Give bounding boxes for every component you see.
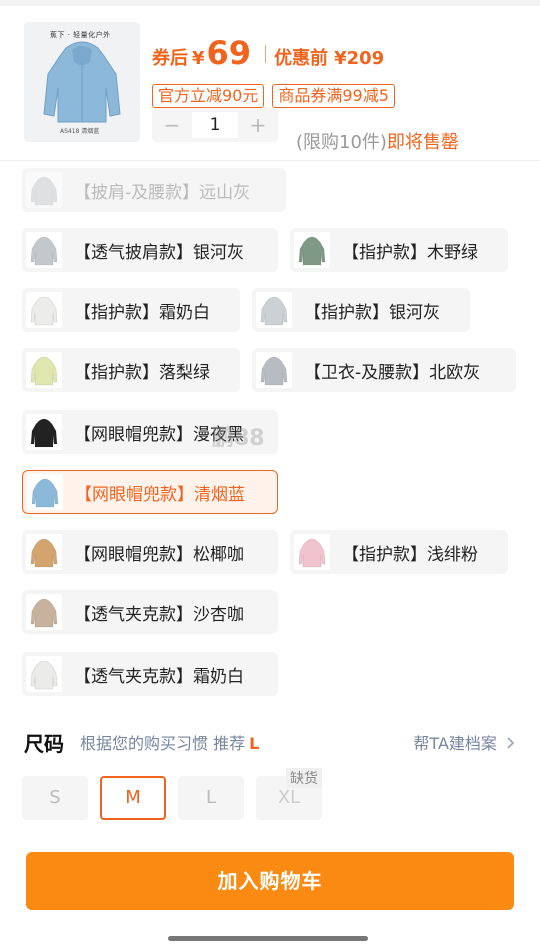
variant-swatch-icon bbox=[27, 474, 63, 510]
recommended-size: L bbox=[249, 734, 260, 753]
final-price: 69 bbox=[206, 34, 252, 72]
variant-chip[interactable]: 【卫衣-及腰款】北欧灰 bbox=[252, 348, 516, 392]
variant-swatch-icon bbox=[294, 232, 330, 268]
original-price: ¥209 bbox=[334, 48, 385, 69]
size-recommendation: 根据您的购买习惯 推荐 L bbox=[80, 730, 259, 754]
limit-text: (限购10件) bbox=[296, 132, 387, 153]
variant-chip[interactable]: 【指护款】落梨绿 bbox=[22, 348, 240, 392]
variant-chip[interactable]: 【透气披肩款】银河灰 bbox=[22, 228, 278, 272]
currency-symbol: ¥ bbox=[192, 48, 205, 69]
variant-label: 【透气夹克款】沙杏咖 bbox=[74, 604, 244, 625]
size-title: 尺码 bbox=[24, 731, 64, 756]
variant-chip[interactable]: 【透气夹克款】霜奶白 bbox=[22, 652, 278, 696]
purchase-limit: (限购10件)即将售罄 bbox=[296, 128, 459, 154]
variant-label: 【透气披肩款】银河灰 bbox=[74, 242, 244, 263]
coupon-list: 官方立减90元 商品券满99减5 bbox=[152, 84, 395, 108]
top-strip bbox=[0, 0, 540, 6]
variant-chip[interactable]: 【指护款】银河灰 bbox=[252, 288, 470, 332]
variant-swatch-icon bbox=[26, 292, 62, 328]
thumbnail-code: AS418 清烟蓝 bbox=[60, 128, 100, 135]
variant-chip[interactable]: 【网眼帽兜款】松椰咖 bbox=[22, 530, 278, 574]
variant-swatch-icon bbox=[26, 352, 62, 388]
variant-swatch-icon bbox=[256, 352, 292, 388]
recommendation-text: 根据您的购买习惯 推荐 bbox=[80, 734, 246, 753]
home-indicator bbox=[168, 936, 368, 941]
create-profile-label: 帮TA建档案 bbox=[413, 734, 497, 753]
price-row: 券后 ¥ 69 优惠前 ¥209 bbox=[152, 34, 384, 74]
variant-swatch-icon bbox=[26, 534, 62, 570]
variant-chip[interactable]: 【网眼帽兜款】漫夜黑 bbox=[22, 410, 278, 454]
variant-label: 【指护款】落梨绿 bbox=[74, 362, 210, 383]
product-thumbnail[interactable]: 蕉下 · 轻量化户外 AS418 清烟蓝 bbox=[24, 22, 140, 142]
price-label: 券后 bbox=[152, 48, 188, 69]
decrement-button[interactable]: − bbox=[152, 113, 192, 137]
add-to-cart-button[interactable]: 加入购物车 bbox=[26, 852, 514, 910]
variant-label: 【网眼帽兜款】漫夜黑 bbox=[74, 424, 244, 445]
create-profile-link[interactable]: 帮TA建档案 bbox=[413, 730, 516, 754]
variant-label: 【透气夹克款】霜奶白 bbox=[74, 666, 244, 687]
quantity-stepper: − 1 + bbox=[152, 108, 278, 142]
size-header: 尺码 根据您的购买习惯 推荐 L 帮TA建档案 bbox=[24, 728, 516, 756]
coupon-official[interactable]: 官方立减90元 bbox=[152, 84, 265, 108]
variant-label: 【指护款】浅绯粉 bbox=[342, 544, 478, 565]
divider bbox=[0, 160, 540, 161]
variant-label: 【网眼帽兜款】清烟蓝 bbox=[75, 484, 245, 505]
variant-label: 【指护款】银河灰 bbox=[304, 302, 440, 323]
quantity-value[interactable]: 1 bbox=[192, 112, 238, 138]
size-option-label: XL bbox=[277, 787, 301, 808]
size-option-l[interactable]: L bbox=[178, 776, 244, 820]
variant-label: 【卫衣-及腰款】北欧灰 bbox=[304, 362, 481, 383]
selling-out-text: 即将售罄 bbox=[386, 132, 459, 153]
variant-chip[interactable]: 【披肩-及腰款】远山灰 bbox=[22, 168, 286, 212]
variant-swatch-icon bbox=[26, 656, 62, 692]
original-price-label: 优惠前 bbox=[274, 48, 329, 69]
variant-swatch-icon bbox=[26, 594, 62, 630]
variant-label: 【网眼帽兜款】松椰咖 bbox=[74, 544, 244, 565]
size-option-label: M bbox=[125, 787, 141, 808]
variant-swatch-icon bbox=[26, 172, 62, 208]
chevron-right-icon bbox=[507, 737, 515, 749]
size-option-label: S bbox=[49, 787, 61, 808]
size-option-label: L bbox=[205, 787, 217, 808]
variant-chip[interactable]: 【网眼帽兜款】清烟蓝 bbox=[22, 470, 278, 514]
variant-swatch-icon bbox=[294, 534, 330, 570]
variant-chip[interactable]: 【指护款】浅绯粉 bbox=[290, 530, 508, 574]
product-summary: 蕉下 · 轻量化户外 AS418 清烟蓝 券后 ¥ 69 优惠前 ¥209 官方… bbox=[0, 16, 540, 156]
increment-button[interactable]: + bbox=[238, 113, 278, 137]
variant-chip[interactable]: 【指护款】木野绿 bbox=[290, 228, 508, 272]
variant-swatch-icon bbox=[256, 292, 292, 328]
jacket-image bbox=[43, 41, 121, 123]
out-of-stock-badge: 缺货 bbox=[286, 768, 322, 788]
coupon-product[interactable]: 商品券满99减5 bbox=[272, 84, 395, 108]
variant-label: 【指护款】霜奶白 bbox=[74, 302, 210, 323]
size-option-s[interactable]: S bbox=[22, 776, 88, 820]
price-separator bbox=[265, 45, 267, 63]
variant-chip[interactable]: 【透气夹克款】沙杏咖 bbox=[22, 590, 278, 634]
variant-swatch-icon bbox=[26, 414, 62, 450]
variant-swatch-icon bbox=[26, 232, 62, 268]
variant-label: 【披肩-及腰款】远山灰 bbox=[74, 182, 251, 203]
size-option-m[interactable]: M bbox=[100, 776, 166, 820]
variant-chip[interactable]: 【指护款】霜奶白 bbox=[22, 288, 240, 332]
variant-label: 【指护款】木野绿 bbox=[342, 242, 478, 263]
